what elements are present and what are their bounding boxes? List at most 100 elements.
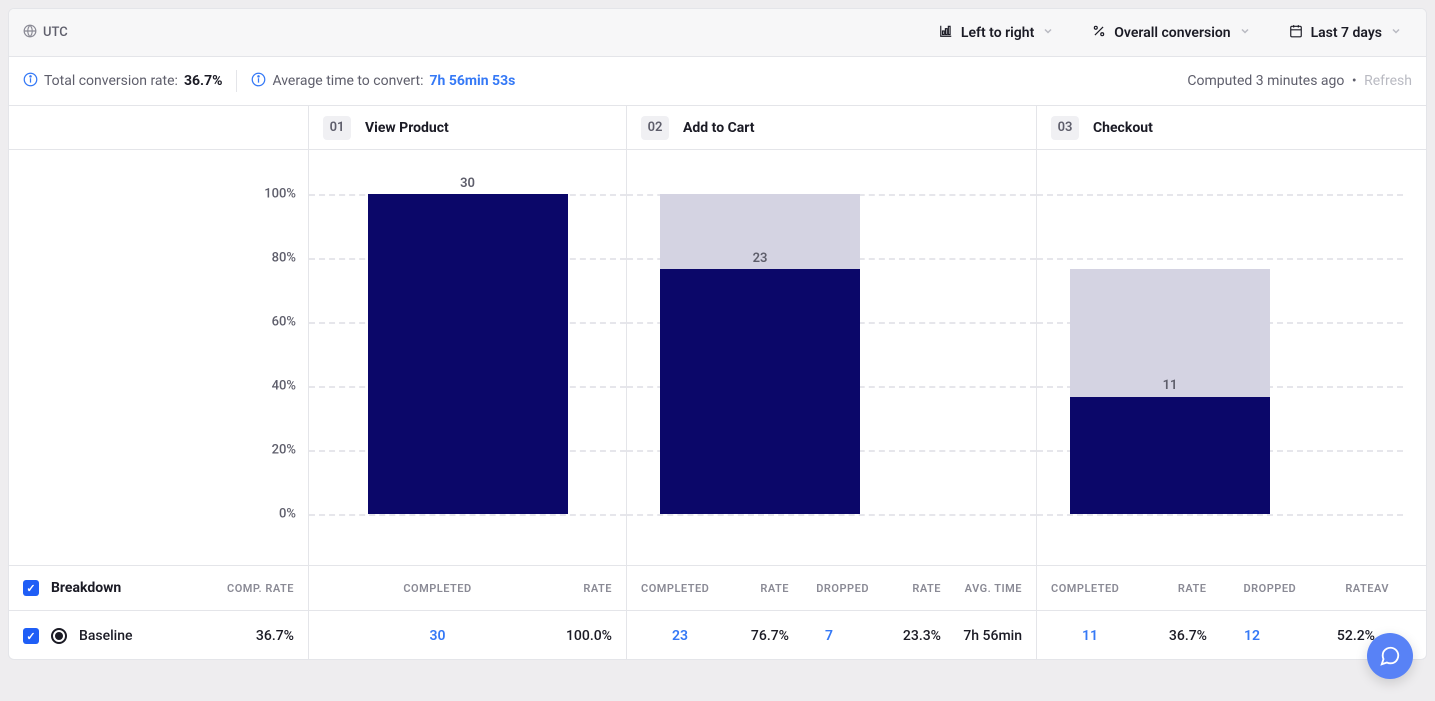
step-name: View Product	[365, 120, 449, 136]
bar-wrap[interactable]: 30	[368, 194, 568, 514]
step3-cols: COMPLETED RATE DROPPED RATE AV	[1037, 566, 1403, 610]
computed-label: Computed 3 minutes ago	[1187, 73, 1344, 89]
baseline-radio[interactable]	[51, 628, 67, 644]
step-header-3[interactable]: 03 Checkout	[1037, 106, 1403, 149]
calendar-icon	[1289, 24, 1303, 42]
refresh-button[interactable]: Refresh	[1364, 73, 1412, 89]
step3-rate: 36.7%	[1129, 628, 1207, 644]
y-tick: 20%	[272, 443, 296, 458]
step3-drop-rate: 52.2%	[1297, 628, 1375, 644]
timezone-label: UTC	[43, 25, 68, 40]
col-rate: RATE	[552, 582, 612, 595]
bar-solid	[368, 194, 568, 514]
breakdown-header: ✓ Breakdown COMP. RATE COMPLETED RATE CO…	[9, 565, 1426, 611]
chart-step-2: 23	[627, 150, 1037, 565]
bar-label: 30	[368, 176, 568, 191]
total-conversion: Total conversion rate: 36.7%	[23, 72, 222, 91]
baseline-checkbox[interactable]: ✓	[23, 628, 39, 644]
step-number: 01	[323, 116, 351, 140]
col-avg-time: AVG. TIME	[941, 582, 1022, 595]
chat-icon	[1379, 645, 1401, 667]
step2-dropped[interactable]: 7	[789, 628, 869, 644]
bar-label: 23	[660, 251, 860, 266]
col-drop-rate: RATE	[1296, 582, 1374, 595]
metrics-bar: Total conversion rate: 36.7% Average tim…	[9, 57, 1426, 106]
y-tick: 100%	[264, 187, 296, 202]
col-completed: COMPLETED	[323, 582, 552, 595]
chevron-down-icon	[1239, 25, 1251, 41]
step2-cols: COMPLETED RATE DROPPED RATE AVG. TIME	[627, 566, 1037, 610]
date-range-label: Last 7 days	[1311, 25, 1382, 41]
info-icon[interactable]	[251, 72, 266, 91]
bar-label: 11	[1070, 378, 1270, 393]
y-tick: 40%	[272, 379, 296, 394]
step3-completed[interactable]: 11	[1051, 628, 1129, 644]
col-drop-rate: RATE	[869, 582, 941, 595]
funnel-steps-header: 01 View Product 02 Add to Cart 03 Checko…	[9, 106, 1426, 150]
baseline-label: Baseline	[79, 628, 133, 644]
chevron-down-icon	[1390, 25, 1402, 41]
direction-label: Left to right	[961, 25, 1034, 41]
step2-completed[interactable]: 23	[641, 628, 719, 644]
bar-wrap[interactable]: 11	[1070, 194, 1270, 514]
direction-filter[interactable]: Left to right	[929, 18, 1064, 48]
total-conversion-label: Total conversion rate:	[44, 73, 178, 89]
baseline-step1: 30 100.0%	[309, 611, 627, 660]
baseline-comp-rate: 36.7%	[256, 628, 294, 644]
step3-dropped[interactable]: 12	[1207, 628, 1297, 644]
col-avg: AV	[1374, 582, 1389, 595]
avg-time: Average time to convert: 7h 56min 53s	[251, 72, 515, 91]
globe-icon	[23, 24, 37, 42]
axis-header-blank	[9, 106, 309, 149]
bar-chart-icon	[939, 24, 953, 42]
bar-solid	[1070, 397, 1270, 514]
step-header-2[interactable]: 02 Add to Cart	[627, 106, 1037, 149]
topbar: UTC Left to right Overall conversion	[9, 9, 1426, 57]
bar-solid	[660, 269, 860, 514]
info-icon[interactable]	[23, 72, 38, 91]
y-tick: 0%	[279, 507, 296, 522]
percent-icon	[1092, 24, 1106, 42]
step1-completed[interactable]: 30	[323, 628, 552, 644]
col-rate: RATE	[1129, 582, 1207, 595]
step1-rate: 100.0%	[552, 628, 612, 644]
metric-label: Overall conversion	[1114, 25, 1230, 41]
col-rate: RATE	[719, 582, 789, 595]
y-axis: 100% 80% 60% 40% 20% 0%	[9, 150, 309, 565]
step1-cols: COMPLETED RATE	[309, 566, 627, 610]
step-number: 02	[641, 116, 669, 140]
y-tick: 60%	[272, 315, 296, 330]
funnel-chart: 100% 80% 60% 40% 20% 0% 30	[9, 150, 1426, 565]
col-dropped: DROPPED	[1207, 582, 1297, 595]
step-number: 03	[1051, 116, 1079, 140]
step-name: Add to Cart	[683, 120, 754, 136]
bar-wrap[interactable]: 23	[660, 194, 860, 514]
total-conversion-value: 36.7%	[184, 73, 223, 89]
step2-drop-rate: 23.3%	[869, 628, 941, 644]
col-dropped: DROPPED	[789, 582, 869, 595]
breakdown-checkbox[interactable]: ✓	[23, 580, 39, 596]
separator-dot: •	[1352, 73, 1357, 89]
step-name: Checkout	[1093, 120, 1153, 136]
step2-avg-time: 7h 56min	[941, 628, 1022, 644]
col-comp-rate: COMP. RATE	[227, 582, 294, 595]
baseline-step3: 11 36.7% 12 52.2%	[1037, 611, 1403, 660]
timezone[interactable]: UTC	[23, 24, 68, 42]
y-tick: 80%	[272, 251, 296, 266]
baseline-name-cell: ✓ Baseline 36.7%	[9, 611, 309, 660]
step2-rate: 76.7%	[719, 628, 789, 644]
baseline-step2: 23 76.7% 7 23.3% 7h 56min	[627, 611, 1037, 660]
baseline-row: ✓ Baseline 36.7% 30 100.0% 23 76.7% 7 23…	[9, 611, 1426, 660]
chevron-down-icon	[1042, 25, 1054, 41]
col-completed: COMPLETED	[641, 582, 719, 595]
chat-button[interactable]	[1367, 633, 1413, 679]
date-range-filter[interactable]: Last 7 days	[1279, 18, 1412, 48]
computed-info: Computed 3 minutes ago • Refresh	[1187, 73, 1412, 89]
breakdown-title-cell: ✓ Breakdown COMP. RATE	[9, 566, 309, 610]
metric-filter[interactable]: Overall conversion	[1082, 18, 1260, 48]
chart-step-3: 11	[1037, 150, 1403, 565]
avg-time-value[interactable]: 7h 56min 53s	[429, 73, 515, 89]
col-completed: COMPLETED	[1051, 582, 1129, 595]
chart-step-1: 30	[309, 150, 627, 565]
step-header-1[interactable]: 01 View Product	[309, 106, 627, 149]
